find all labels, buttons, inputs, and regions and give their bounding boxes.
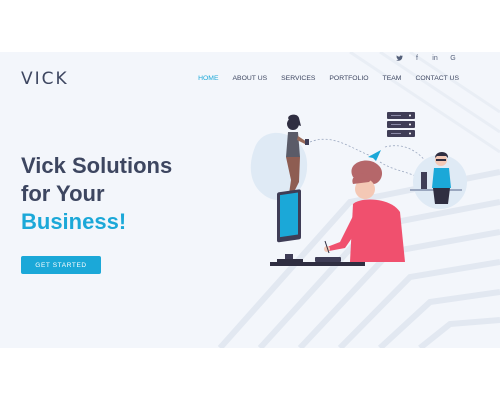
nav-home[interactable]: HOME — [198, 75, 218, 82]
hero-line-3: Business! — [21, 209, 127, 234]
facebook-icon[interactable]: f — [408, 55, 426, 63]
linkedin-icon[interactable]: in — [426, 55, 444, 63]
nav-services[interactable]: SERVICES — [281, 75, 315, 82]
hero-title: Vick Solutions for Your Business! — [21, 152, 221, 236]
website-frame: f in G VICK HOME ABOUT US SERVICES PORTF… — [0, 52, 500, 348]
get-started-button[interactable]: GET STARTED — [21, 256, 101, 274]
main-nav: HOME ABOUT US SERVICES PORTFOLIO TEAM CO… — [184, 75, 459, 82]
hero-illustration — [250, 112, 467, 266]
nav-contact-us[interactable]: CONTACT US — [415, 75, 459, 82]
twitter-icon[interactable] — [390, 55, 408, 63]
logo[interactable]: VICK — [21, 69, 69, 89]
seated-woman-figure — [324, 160, 405, 262]
nav-team[interactable]: TEAM — [383, 75, 402, 82]
google-icon[interactable]: G — [444, 55, 462, 63]
social-links: f in G — [390, 55, 462, 63]
nav-about-us[interactable]: ABOUT US — [233, 75, 268, 82]
server-stack-graphic — [387, 112, 415, 137]
hero-line-2: for Your — [21, 181, 105, 206]
nav-portfolio[interactable]: PORTFOLIO — [329, 75, 368, 82]
hero-line-1: Vick Solutions — [21, 153, 173, 178]
monitor-graphic — [277, 189, 303, 262]
